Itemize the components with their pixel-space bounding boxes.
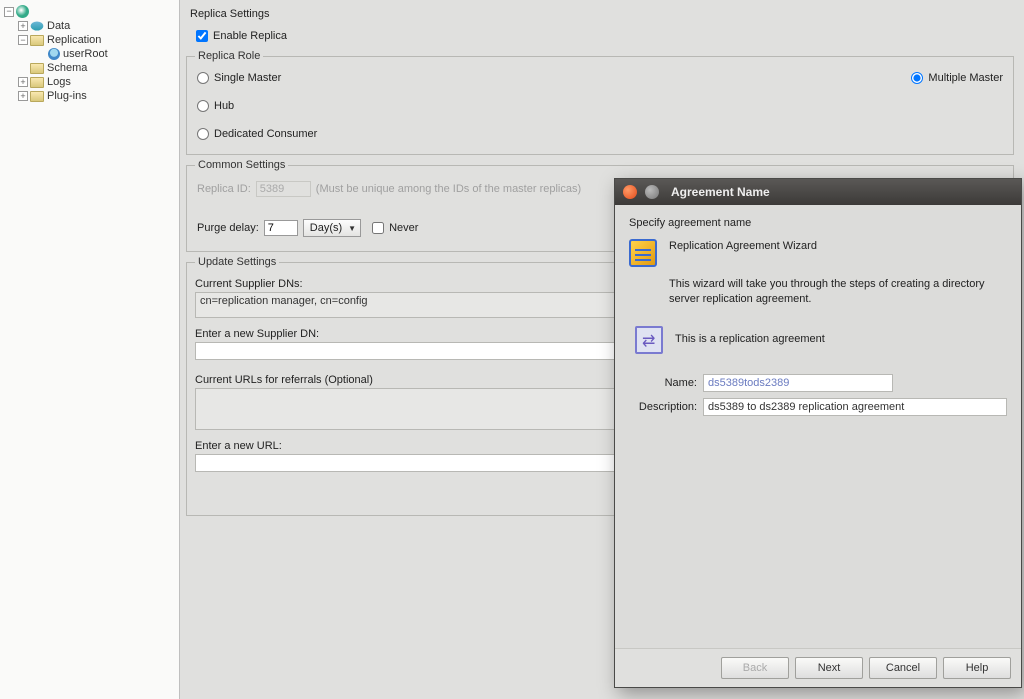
tree-item-userroot[interactable]: userRoot xyxy=(0,47,179,61)
user-icon xyxy=(48,48,60,60)
expand-icon[interactable] xyxy=(18,77,28,87)
replica-id-hint: (Must be unique among the IDs of the mas… xyxy=(316,183,581,195)
agreement-name-dialog: Agreement Name Specify agreement name Re… xyxy=(614,178,1022,688)
minimize-icon[interactable] xyxy=(645,185,659,199)
collapse-icon[interactable] xyxy=(4,7,14,17)
agreement-description-input[interactable] xyxy=(703,398,1007,416)
next-button[interactable]: Next xyxy=(795,657,863,679)
radio-multiple-master-input[interactable] xyxy=(911,72,923,84)
replica-id-label: Replica ID: xyxy=(197,183,251,195)
expand-icon[interactable] xyxy=(18,91,28,101)
tree-item-plugins[interactable]: Plug-ins xyxy=(0,89,179,103)
folder-icon xyxy=(30,63,44,74)
purge-delay-label: Purge delay: xyxy=(197,222,259,234)
page-title: Replica Settings xyxy=(186,6,1014,26)
wizard-icon xyxy=(629,239,657,267)
sidebar-tree: Data Replication userRoot Schema Logs Pl… xyxy=(0,0,180,699)
name-label: Name: xyxy=(629,377,697,389)
radio-single-master-input[interactable] xyxy=(197,72,209,84)
folder-icon xyxy=(30,91,44,102)
enable-replica-checkbox[interactable] xyxy=(196,30,208,42)
radio-hub-input[interactable] xyxy=(197,100,209,112)
common-settings-legend: Common Settings xyxy=(195,159,288,171)
enable-replica-label: Enable Replica xyxy=(213,30,287,42)
close-icon[interactable] xyxy=(623,185,637,199)
radio-single-master[interactable]: Single Master xyxy=(195,68,319,88)
folder-icon xyxy=(30,77,44,88)
dialog-footer: Back Next Cancel Help xyxy=(615,648,1021,687)
radio-dedicated-consumer-input[interactable] xyxy=(197,128,209,140)
dialog-title: Agreement Name xyxy=(671,185,770,199)
tree-item-schema[interactable]: Schema xyxy=(0,61,179,75)
tree-label: Replication xyxy=(47,34,101,46)
tree-label: Logs xyxy=(47,76,71,88)
dialog-subtitle: Specify agreement name xyxy=(629,217,1007,229)
folder-icon xyxy=(30,35,44,46)
dialog-titlebar[interactable]: Agreement Name xyxy=(615,179,1021,205)
tree-label: userRoot xyxy=(63,48,108,60)
description-label: Description: xyxy=(629,401,697,413)
replica-role-legend: Replica Role xyxy=(195,50,263,62)
tree-label: Schema xyxy=(47,62,87,74)
replica-role-group: Replica Role Single Master Hub Dedicated… xyxy=(186,50,1014,155)
tree-item-data[interactable]: Data xyxy=(0,19,179,33)
replica-id-input xyxy=(256,181,311,197)
replication-text: This is a replication agreement xyxy=(675,332,825,347)
purge-unit-combo[interactable]: Day(s) ▼ xyxy=(303,219,361,237)
expand-icon[interactable] xyxy=(18,21,28,31)
never-checkbox[interactable] xyxy=(372,222,384,234)
help-button[interactable]: Help xyxy=(943,657,1011,679)
tree-root[interactable] xyxy=(0,4,179,19)
chevron-down-icon: ▼ xyxy=(348,224,356,233)
tree-item-replication[interactable]: Replication xyxy=(0,33,179,47)
radio-dedicated-consumer[interactable]: Dedicated Consumer xyxy=(195,124,319,144)
never-label: Never xyxy=(389,222,418,234)
radio-hub[interactable]: Hub xyxy=(195,96,319,116)
purge-unit-value: Day(s) xyxy=(310,222,342,234)
tree-label: Data xyxy=(47,20,70,32)
wizard-name: Replication Agreement Wizard xyxy=(669,239,817,254)
collapse-icon[interactable] xyxy=(18,35,28,45)
purge-delay-input[interactable] xyxy=(264,220,298,236)
database-icon xyxy=(30,20,44,32)
update-settings-legend: Update Settings xyxy=(195,256,279,268)
tree-item-logs[interactable]: Logs xyxy=(0,75,179,89)
agreement-name-input[interactable] xyxy=(703,374,893,392)
tree-label: Plug-ins xyxy=(47,90,87,102)
globe-icon xyxy=(16,5,29,18)
wizard-description: This wizard will take you through the st… xyxy=(669,277,1007,308)
radio-multiple-master[interactable]: Multiple Master xyxy=(909,68,1005,88)
back-button: Back xyxy=(721,657,789,679)
cancel-button[interactable]: Cancel xyxy=(869,657,937,679)
replication-icon xyxy=(635,326,663,354)
